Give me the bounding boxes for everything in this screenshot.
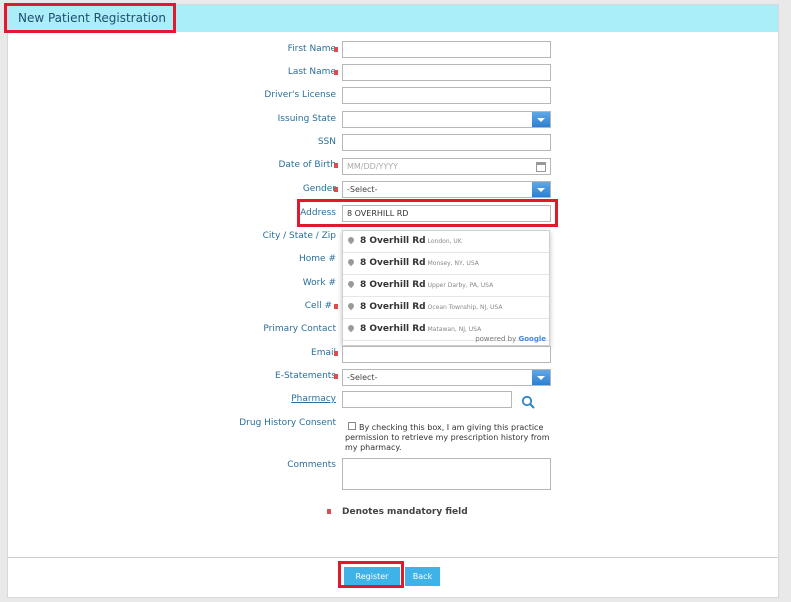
issuing-state-label: Issuing State [277, 114, 336, 124]
last-name-label: Last Name [287, 67, 336, 77]
drug-history-text: By checking this box, I am giving this p… [345, 423, 550, 452]
search-icon[interactable] [521, 395, 535, 409]
chevron-down-icon[interactable] [532, 182, 550, 197]
address-input[interactable] [342, 205, 551, 222]
first-name-label: First Name [287, 44, 336, 54]
map-pin-icon [346, 257, 356, 267]
dob-input[interactable] [342, 158, 551, 175]
required-marker [334, 47, 338, 52]
page-header: New Patient Registration [8, 5, 778, 32]
required-marker [334, 351, 338, 356]
required-marker [334, 304, 338, 309]
pharmacy-input[interactable] [342, 391, 512, 408]
map-pin-icon [346, 323, 356, 333]
back-button[interactable]: Back [405, 567, 440, 586]
address-suggestion[interactable]: 8 Overhill Rd Upper Darby, PA, USA [343, 275, 549, 297]
footer-divider [8, 557, 778, 558]
comments-label: Comments [287, 460, 336, 470]
address-suggestion[interactable]: 8 Overhill Rd Ocean Township, NJ, USA [343, 297, 549, 319]
required-marker [334, 163, 338, 168]
ssn-input[interactable] [342, 134, 551, 151]
powered-by-google: powered by Google [475, 335, 546, 343]
drivers-license-label: Driver's License [264, 90, 336, 100]
required-marker [327, 509, 331, 514]
required-marker [334, 187, 338, 192]
required-marker [334, 374, 338, 379]
last-name-input[interactable] [342, 64, 551, 81]
chevron-down-icon[interactable] [532, 370, 550, 385]
email-input[interactable] [342, 346, 551, 363]
drug-history-label: Drug History Consent [239, 418, 336, 428]
map-pin-icon [346, 279, 356, 289]
home-phone-label: Home # [299, 254, 336, 264]
estatements-label: E-Statements [275, 371, 336, 381]
register-button[interactable]: Register [344, 567, 400, 586]
city-state-zip-label: City / State / Zip [262, 231, 336, 241]
address-suggestion[interactable]: 8 Overhill Rd London, UK [343, 231, 549, 253]
drivers-license-input[interactable] [342, 87, 551, 104]
address-suggestion[interactable]: 8 Overhill Rd Monsey, NY, USA [343, 253, 549, 275]
estatements-select[interactable]: -Select- [342, 369, 551, 386]
map-pin-icon [346, 301, 356, 311]
chevron-down-icon[interactable] [532, 112, 550, 127]
map-pin-icon [346, 235, 356, 245]
dob-label: Date of Birth [278, 160, 336, 170]
required-marker [334, 70, 338, 75]
mandatory-legend: Denotes mandatory field [342, 507, 468, 517]
address-label: Address [300, 208, 336, 218]
primary-contact-label: Primary Contact [263, 324, 336, 334]
comments-textarea[interactable] [342, 458, 551, 490]
gender-select[interactable]: -Select- [342, 181, 551, 198]
address-autocomplete-dropdown: 8 Overhill Rd London, UK 8 Overhill Rd Mon… [342, 230, 550, 346]
gender-select-value: -Select- [347, 185, 378, 194]
ssn-label: SSN [317, 137, 336, 147]
cell-phone-label: Cell # [304, 301, 332, 311]
page-title: New Patient Registration [18, 11, 166, 25]
email-label: Email [311, 348, 336, 358]
work-phone-label: Work # [302, 278, 336, 288]
gender-label: Gender [302, 184, 336, 194]
pharmacy-link[interactable]: Pharmacy [291, 394, 336, 404]
calendar-icon[interactable] [536, 162, 546, 172]
estatements-select-value: -Select- [347, 373, 378, 382]
issuing-state-select[interactable] [342, 111, 551, 128]
registration-panel: New Patient Registration First Name Last… [4, 3, 779, 598]
first-name-input[interactable] [342, 41, 551, 58]
